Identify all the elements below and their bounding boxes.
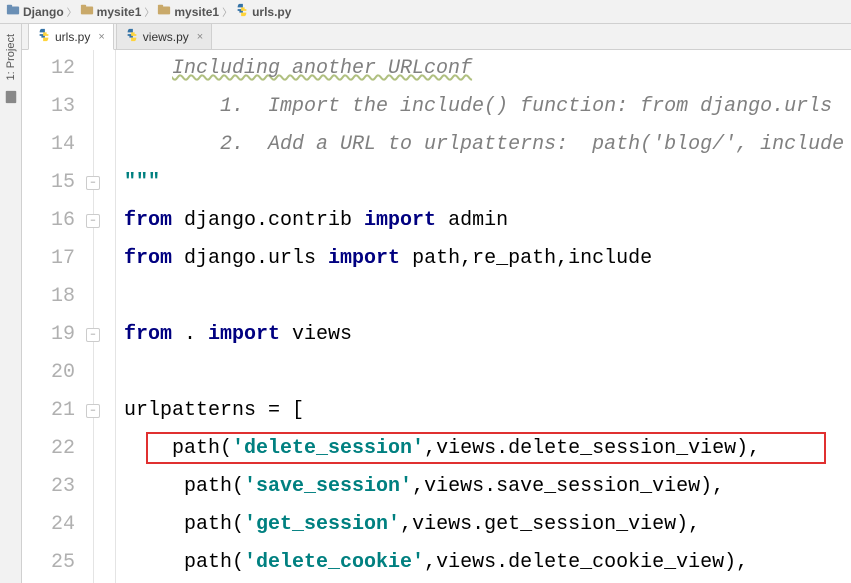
code-token: path( bbox=[172, 430, 232, 468]
code-token: ,views.save_session_view), bbox=[412, 468, 724, 506]
code-line[interactable]: path('delete_cookie',views.delete_cookie… bbox=[124, 544, 851, 582]
line-number: 20 bbox=[22, 354, 75, 392]
code-token: path( bbox=[172, 506, 244, 544]
fold-start-icon[interactable]: − bbox=[86, 214, 100, 228]
code-token: from bbox=[124, 240, 184, 278]
code-token: path( bbox=[172, 544, 244, 582]
editor-tabs: urls.py × views.py × bbox=[22, 24, 851, 50]
code-token: from bbox=[124, 316, 184, 354]
python-file-icon bbox=[235, 3, 249, 20]
fold-start-icon[interactable]: − bbox=[86, 404, 100, 418]
line-number: 18 bbox=[22, 278, 75, 316]
tab-views[interactable]: views.py × bbox=[116, 23, 212, 49]
breadcrumb: Django 〉 mysite1 〉 mysite1 〉 urls.py bbox=[0, 0, 851, 24]
code-content[interactable]: Including another URLconf 1. Import the … bbox=[116, 50, 851, 583]
breadcrumb-item-root[interactable]: Django bbox=[6, 3, 64, 20]
fold-end-icon[interactable]: − bbox=[86, 328, 100, 342]
code-token: import bbox=[208, 316, 292, 354]
code-editor[interactable]: 1213141516171819202122232425 −−−− Includ… bbox=[22, 50, 851, 583]
code-line[interactable]: 1. Import the include() function: from d… bbox=[124, 88, 851, 126]
fold-end-icon[interactable]: − bbox=[86, 176, 100, 190]
line-number: 21 bbox=[22, 392, 75, 430]
code-token: urlpatterns = [ bbox=[124, 392, 304, 430]
folder-icon bbox=[6, 3, 20, 20]
code-token: django.urls bbox=[184, 240, 328, 278]
code-token: 'get_session' bbox=[244, 506, 400, 544]
breadcrumb-label: Django bbox=[23, 5, 64, 19]
breadcrumb-label: urls.py bbox=[252, 5, 291, 19]
code-line[interactable]: path('save_session',views.save_session_v… bbox=[124, 468, 851, 506]
breadcrumb-label: mysite1 bbox=[97, 5, 142, 19]
code-token: views bbox=[292, 316, 352, 354]
code-line[interactable] bbox=[124, 354, 851, 392]
tab-label: urls.py bbox=[55, 30, 90, 44]
line-number: 15 bbox=[22, 164, 75, 202]
chevron-right-icon: 〉 bbox=[144, 4, 154, 19]
line-number: 14 bbox=[22, 126, 75, 164]
code-token: django.contrib bbox=[184, 202, 364, 240]
code-line[interactable] bbox=[124, 278, 851, 316]
code-token: admin bbox=[448, 202, 508, 240]
breadcrumb-item-1[interactable]: mysite1 bbox=[80, 3, 142, 20]
code-token: from bbox=[124, 202, 184, 240]
line-number: 19 bbox=[22, 316, 75, 354]
tool-window-bar: 1: Project bbox=[0, 24, 22, 583]
code-token: . bbox=[184, 316, 208, 354]
breadcrumb-item-file[interactable]: urls.py bbox=[235, 3, 291, 20]
line-number: 23 bbox=[22, 468, 75, 506]
code-token: 'delete_session' bbox=[232, 430, 424, 468]
folder-icon bbox=[80, 3, 94, 20]
line-number: 13 bbox=[22, 88, 75, 126]
line-number: 16 bbox=[22, 202, 75, 240]
code-token: 1. Import the include() function: from d… bbox=[220, 88, 844, 126]
tab-urls[interactable]: urls.py × bbox=[28, 23, 114, 50]
python-file-icon bbox=[37, 28, 51, 45]
python-file-icon bbox=[125, 28, 139, 45]
code-token: 'save_session' bbox=[244, 468, 412, 506]
line-number: 22 bbox=[22, 430, 75, 468]
project-tool-window-tab[interactable]: 1: Project bbox=[3, 30, 19, 84]
code-token: path( bbox=[172, 468, 244, 506]
chevron-right-icon: 〉 bbox=[67, 4, 77, 19]
code-token: 2. Add a URL to urlpatterns: path('blog/… bbox=[220, 126, 844, 164]
code-line[interactable]: path('get_session',views.get_session_vie… bbox=[124, 506, 851, 544]
breadcrumb-label: mysite1 bbox=[174, 5, 219, 19]
code-token: Including another URLconf bbox=[172, 50, 472, 88]
code-token: import bbox=[364, 202, 448, 240]
tab-label: views.py bbox=[143, 30, 189, 44]
code-token: 'delete_cookie' bbox=[244, 544, 424, 582]
code-line[interactable]: Including another URLconf bbox=[124, 50, 851, 88]
close-icon[interactable]: × bbox=[197, 31, 203, 43]
code-line[interactable]: from django.urls import path,re_path,inc… bbox=[124, 240, 851, 278]
line-number: 24 bbox=[22, 506, 75, 544]
code-token: import bbox=[328, 240, 412, 278]
line-number: 17 bbox=[22, 240, 75, 278]
breadcrumb-item-2[interactable]: mysite1 bbox=[157, 3, 219, 20]
code-token: ,views.delete_session_view), bbox=[424, 430, 760, 468]
code-line[interactable]: """ bbox=[124, 164, 851, 202]
code-line[interactable]: urlpatterns = [ bbox=[124, 392, 851, 430]
line-number-gutter: 1213141516171819202122232425 bbox=[22, 50, 94, 583]
code-line[interactable]: from django.contrib import admin bbox=[124, 202, 851, 240]
bookmark-icon[interactable] bbox=[4, 90, 18, 104]
chevron-right-icon: 〉 bbox=[222, 4, 232, 19]
code-line[interactable]: 2. Add a URL to urlpatterns: path('blog/… bbox=[124, 126, 851, 164]
code-token: path,re_path,include bbox=[412, 240, 652, 278]
code-token: ,views.delete_cookie_view), bbox=[424, 544, 748, 582]
code-token: ,views.get_session_view), bbox=[400, 506, 700, 544]
code-token: """ bbox=[124, 164, 160, 202]
code-line[interactable]: path('delete_session',views.delete_sessi… bbox=[124, 430, 851, 468]
line-number: 12 bbox=[22, 50, 75, 88]
folder-icon bbox=[157, 3, 171, 20]
code-line[interactable]: from . import views bbox=[124, 316, 851, 354]
fold-gutter: −−−− bbox=[94, 50, 116, 583]
line-number: 25 bbox=[22, 544, 75, 582]
close-icon[interactable]: × bbox=[98, 31, 104, 43]
